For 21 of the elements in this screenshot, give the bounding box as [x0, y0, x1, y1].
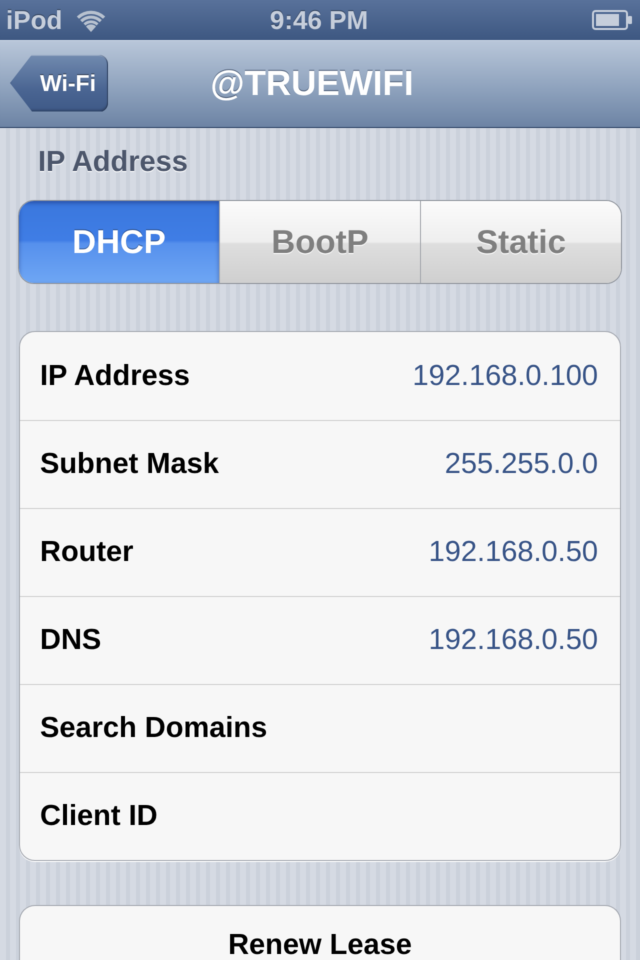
renew-lease-button[interactable]: Renew Lease: [19, 905, 621, 960]
field-value: 255.255.0.0: [444, 448, 598, 481]
carrier-label: iPod: [6, 4, 62, 37]
segment-tab[interactable]: DHCP: [19, 201, 219, 283]
segment-tab[interactable]: Static: [420, 201, 621, 283]
field-value: 192.168.0.50: [428, 536, 598, 569]
back-button[interactable]: Wi-Fi: [10, 54, 108, 112]
field-label: Router: [40, 536, 134, 569]
clock-time: 9:46 PM: [270, 4, 368, 37]
section-header: IP Address: [38, 145, 188, 180]
field-label: Search Domains: [40, 712, 268, 745]
battery-icon: [592, 10, 632, 30]
field-label: IP Address: [40, 360, 190, 392]
field-label: Client ID: [40, 800, 158, 833]
field-label: Subnet Mask: [40, 448, 219, 481]
segment-tab[interactable]: BootP: [219, 201, 420, 283]
field-value: 192.168.0.50: [428, 624, 598, 657]
field-label: DNS: [40, 624, 102, 657]
field-value: 192.168.0.100: [412, 360, 598, 392]
wifi-icon: [76, 8, 106, 32]
network-title: @TRUEWIFI: [210, 64, 414, 104]
